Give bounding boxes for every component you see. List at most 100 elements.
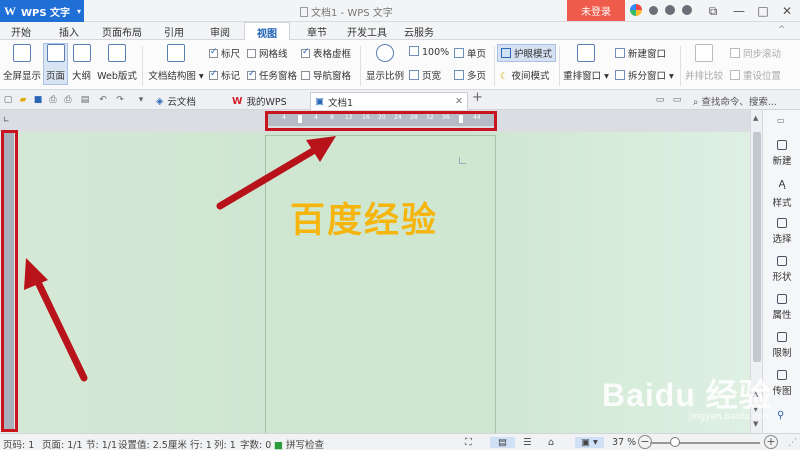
status-column: 列: 1: [214, 440, 236, 450]
ruler-checkbox[interactable]: 标尺: [209, 46, 240, 60]
tab-chapter[interactable]: 章节: [300, 22, 334, 40]
zoom-100-button[interactable]: 100%: [409, 46, 449, 58]
select-icon: [777, 218, 787, 228]
new-window-button[interactable]: 新建窗口: [615, 46, 666, 60]
table-frame-checkbox[interactable]: 表格虚框: [301, 46, 351, 60]
zoom-slider[interactable]: [650, 442, 760, 444]
doc-tab-mywps[interactable]: W 我的WPS: [228, 92, 308, 110]
multi-page-icon: [454, 70, 464, 80]
ribbon-separator: [494, 46, 495, 86]
collapse-ribbon-icon[interactable]: ^: [778, 25, 786, 35]
zoom-percentage[interactable]: 37 %: [612, 437, 636, 448]
document-page[interactable]: [265, 135, 496, 433]
zoom-button[interactable]: 显示比例: [364, 44, 406, 86]
eye-mode-button[interactable]: 护眼模式: [497, 44, 557, 62]
panel-restrict[interactable]: 限制: [763, 332, 800, 359]
doc-tab-cloud[interactable]: ◈ 云文档: [152, 92, 226, 110]
page-view-button[interactable]: 页面: [43, 43, 68, 85]
panel-select[interactable]: 选择: [763, 218, 800, 245]
scroll-up-icon[interactable]: ▲: [753, 114, 758, 122]
tab-references[interactable]: 引用: [157, 22, 191, 40]
zoom-in-icon[interactable]: +: [764, 435, 778, 449]
web-layout-button[interactable]: Web版式: [96, 44, 138, 86]
task-pane-checkbox[interactable]: 任务窗格: [247, 68, 297, 82]
nav-pane-checkbox[interactable]: 导航窗格: [301, 68, 351, 82]
maximize-icon[interactable]: □: [750, 0, 776, 22]
close-tab-icon[interactable]: ✕: [455, 96, 463, 107]
split-window-icon: [615, 70, 625, 80]
outline-view-button[interactable]: 大纲: [69, 44, 94, 86]
redo-icon[interactable]: ↷: [115, 95, 125, 105]
zoom-slider-handle[interactable]: [670, 437, 680, 447]
open-folder-icon[interactable]: ▰: [18, 95, 28, 105]
print-icon[interactable]: ⎙: [63, 95, 73, 105]
gridlines-checkbox[interactable]: 网格线: [247, 46, 288, 60]
single-page-button[interactable]: 单页: [454, 46, 486, 60]
tab-cloud[interactable]: 云服务: [400, 22, 438, 40]
sync-scroll-icon: [730, 48, 740, 58]
restore-icon[interactable]: ⧉: [700, 0, 726, 22]
ruler-corner-icon[interactable]: ∟: [3, 115, 10, 124]
night-mode-button[interactable]: ☾ 夜间模式: [500, 68, 550, 82]
skin-icon[interactable]: [630, 4, 642, 16]
close-icon[interactable]: ✕: [774, 0, 800, 22]
tab-page-layout[interactable]: 页面布局: [98, 22, 146, 40]
command-search[interactable]: ⌕ 查找命令、搜索...: [693, 94, 777, 108]
tab-review[interactable]: 审阅: [203, 22, 237, 40]
tab-view[interactable]: 视图: [244, 22, 290, 41]
panel-new[interactable]: 新建: [763, 140, 800, 167]
status-page-number[interactable]: 页码: 1: [3, 437, 34, 450]
panel-styles[interactable]: Ą 样式: [763, 179, 800, 210]
sync-scroll-button[interactable]: 同步滚动: [730, 46, 781, 60]
reset-position-button[interactable]: 重设位置: [730, 68, 781, 82]
document-heading: 百度经验: [290, 201, 439, 241]
wps-logo-icon: W: [4, 3, 16, 18]
panel-shapes[interactable]: 形状: [763, 256, 800, 283]
app-menu-button[interactable]: W WPS 文字 ▾: [0, 0, 84, 22]
settings-icon[interactable]: [649, 6, 658, 15]
minimize-icon[interactable]: —: [726, 0, 752, 22]
mark-checkbox[interactable]: 标记: [209, 68, 240, 82]
undo-icon[interactable]: ↶: [98, 95, 108, 105]
page-width-button[interactable]: 页宽: [409, 68, 441, 82]
help-icon[interactable]: [682, 5, 692, 15]
panel-properties[interactable]: 属性: [763, 294, 800, 321]
page-width-icon: [409, 70, 419, 80]
status-setting: 设置值: 2.5厘米: [118, 440, 187, 450]
tab-insert[interactable]: 插入: [52, 22, 86, 40]
side-by-side-button[interactable]: 并排比较: [683, 44, 725, 86]
split-window-button[interactable]: 拆分窗口 ▾: [615, 68, 674, 82]
status-bar: 页码: 1 页面: 1/1 节: 1/1 设置值: 2.5厘米 行: 1 列: …: [0, 433, 800, 450]
fullscreen-view-icon[interactable]: ⛶: [465, 437, 472, 448]
tab-developer[interactable]: 开发工具: [343, 22, 391, 40]
reading-mode-icon[interactable]: ▣ ▾: [575, 437, 604, 448]
doc-tab-document1[interactable]: ▣ 文档1 ✕: [310, 92, 468, 110]
export-pdf-icon[interactable]: ▤: [80, 95, 90, 105]
login-button[interactable]: 未登录: [567, 0, 625, 21]
spell-check-toggle[interactable]: ■ 拼写检查: [274, 437, 324, 450]
status-row: 行: 1: [190, 440, 212, 450]
web-view-icon[interactable]: ⌂: [548, 437, 554, 448]
comment-icon[interactable]: ▭: [672, 95, 682, 105]
skin-switch-icon[interactable]: [665, 5, 675, 15]
fullscreen-button[interactable]: 全屏显示: [2, 44, 42, 86]
scrollbar-thumb[interactable]: [753, 132, 761, 362]
rearrange-window-button[interactable]: 重排窗口 ▾: [561, 44, 611, 86]
doc-structure-button[interactable]: 文档结构图 ▾: [148, 44, 204, 86]
new-window-icon: [615, 48, 625, 58]
ribbon-separator: [680, 46, 681, 86]
customize-toolbar-icon[interactable]: ▾: [136, 95, 146, 105]
monitor-icon[interactable]: ▭: [655, 95, 665, 105]
page-view-icon[interactable]: ▤: [490, 437, 515, 448]
pin-icon[interactable]: ⚲: [777, 410, 784, 421]
outline-view-icon[interactable]: ☰: [523, 437, 532, 448]
print-preview-icon[interactable]: ⎙: [48, 95, 58, 105]
styles-icon: Ą: [778, 179, 786, 190]
multi-page-button[interactable]: 多页: [454, 68, 486, 82]
new-file-icon[interactable]: ▢: [3, 95, 13, 105]
tab-start[interactable]: 开始: [4, 22, 38, 40]
panel-collapse-icon[interactable]: ▭: [777, 116, 785, 125]
add-tab-icon[interactable]: +: [472, 91, 483, 104]
save-icon[interactable]: ■: [33, 95, 43, 105]
status-word-count[interactable]: 字数: 0: [240, 437, 271, 450]
